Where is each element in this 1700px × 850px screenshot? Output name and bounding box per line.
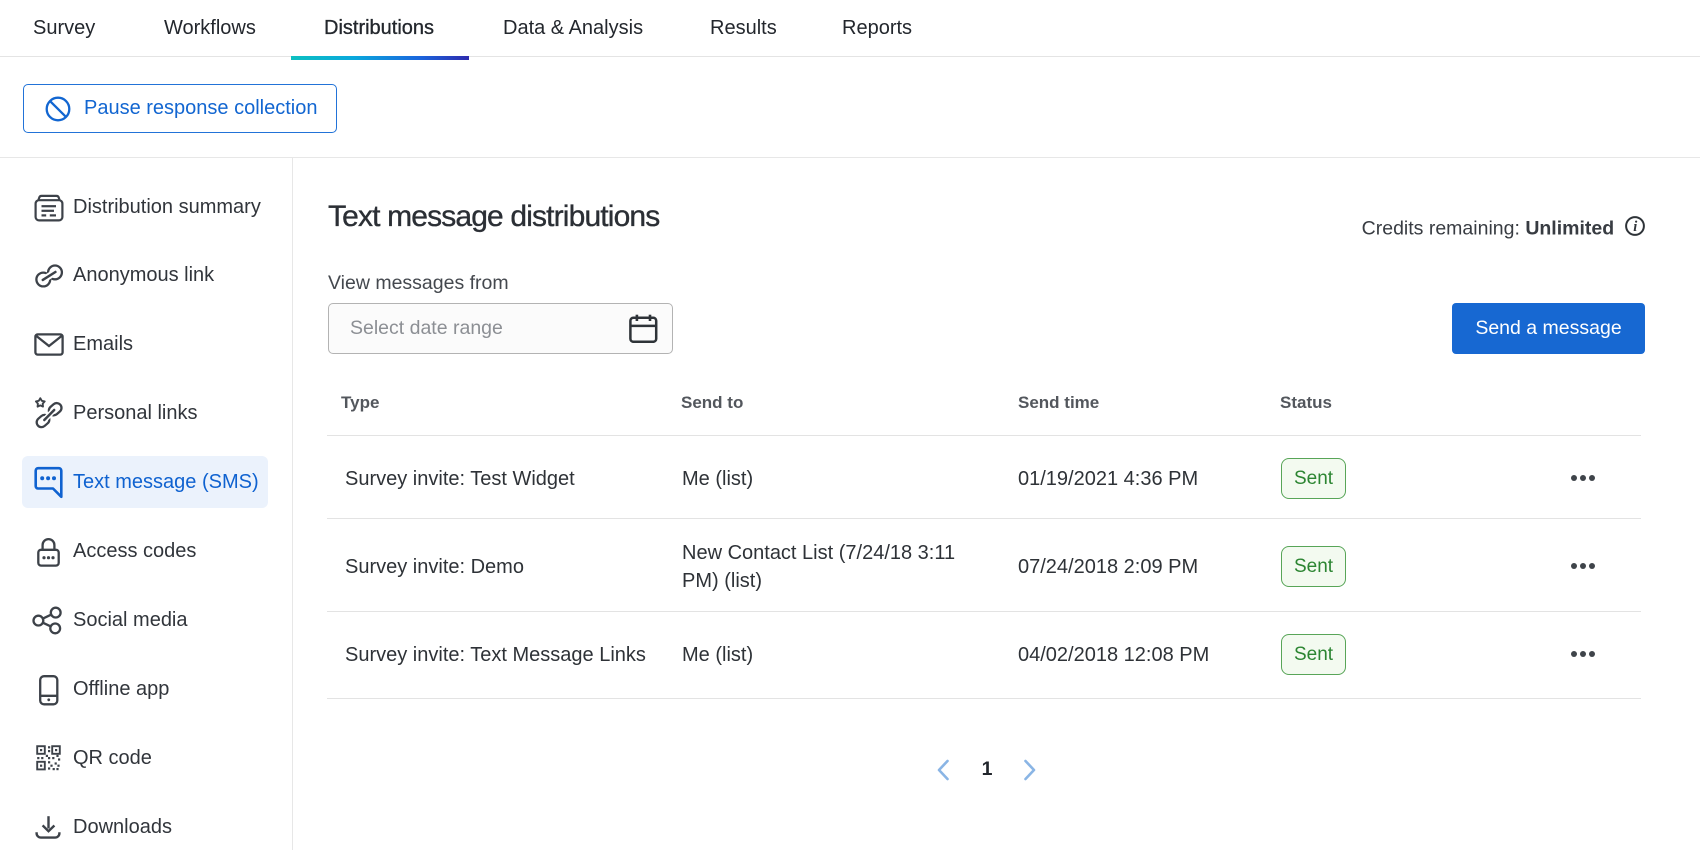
svg-text:i: i — [1633, 219, 1637, 235]
